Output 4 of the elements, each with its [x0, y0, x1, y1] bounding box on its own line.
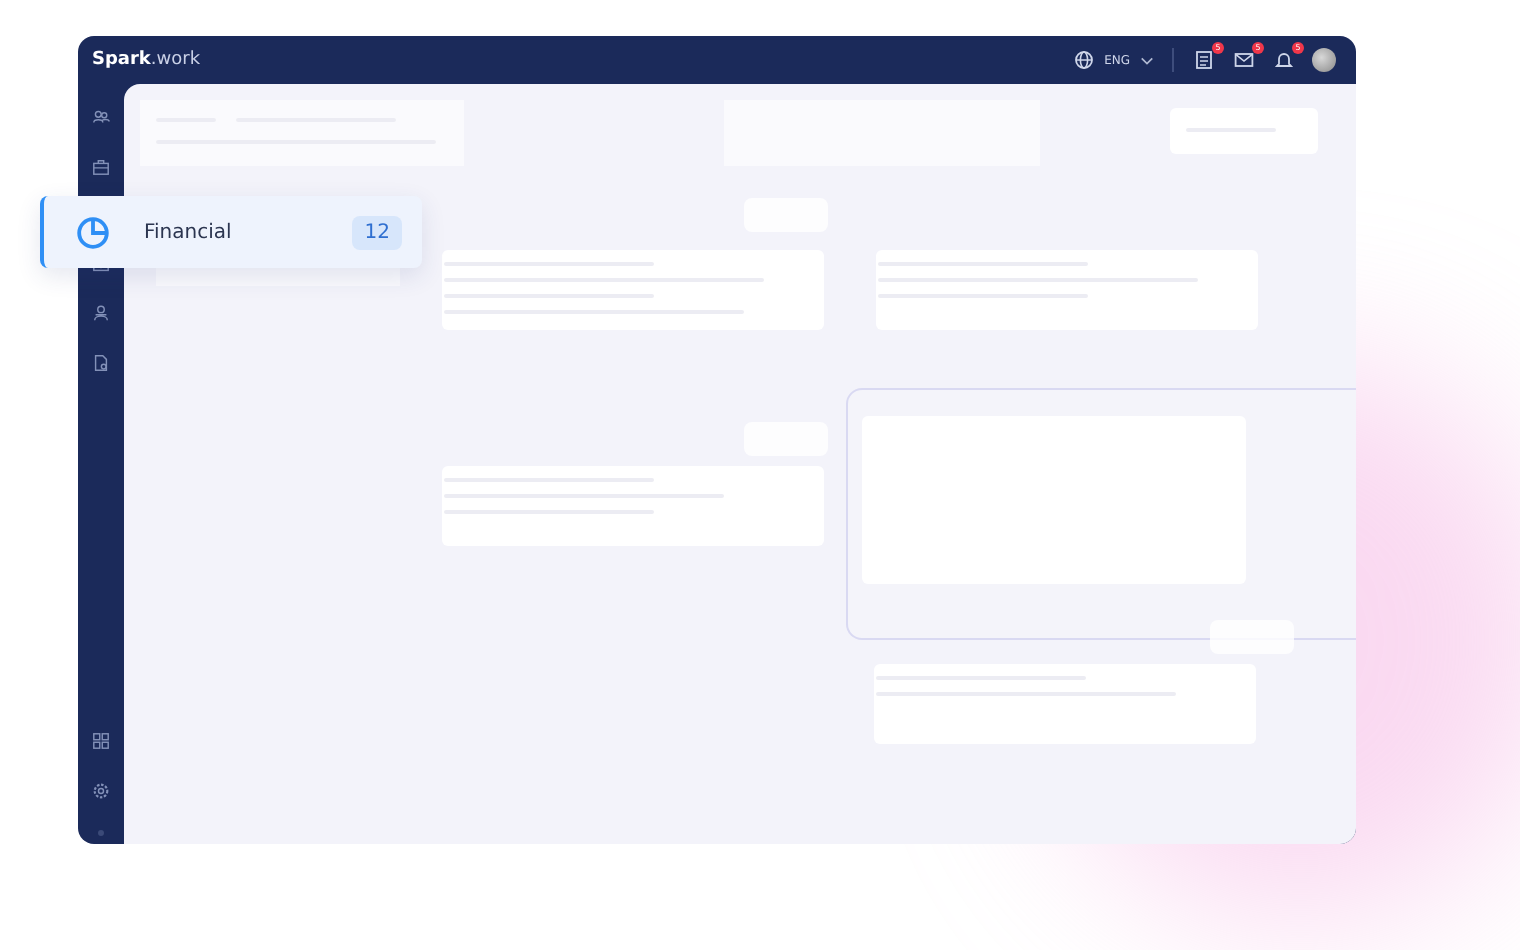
count-badge: 12 — [352, 215, 402, 249]
category-popover[interactable]: Financial 12 — [40, 196, 422, 268]
logo: Spark.work — [92, 50, 201, 70]
category-label: Financial — [144, 221, 234, 243]
